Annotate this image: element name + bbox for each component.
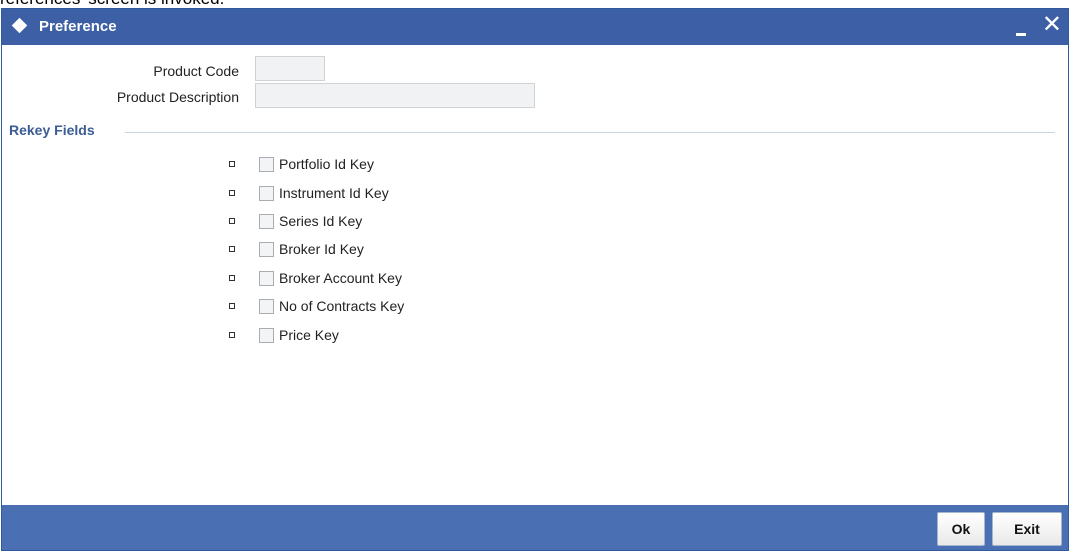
row-marker-icon: [229, 303, 235, 309]
broker-id-key-checkbox[interactable]: [259, 242, 274, 257]
rekey-row-broker-account: Broker Account Key: [2, 268, 502, 290]
instrument-id-key-checkbox[interactable]: [259, 186, 274, 201]
product-code-label: Product Code: [153, 63, 239, 79]
product-description-label: Product Description: [116, 89, 239, 105]
window-title: Preference: [39, 18, 117, 35]
product-description-input[interactable]: [255, 83, 535, 108]
broker-id-key-label: Broker Id Key: [279, 241, 364, 257]
rekey-row-instrument-id: Instrument Id Key: [2, 183, 502, 205]
row-marker-icon: [229, 275, 235, 281]
rekey-row-portfolio-id: Portfolio Id Key: [2, 154, 502, 176]
footer-bar: Ok Exit: [2, 505, 1068, 550]
no-of-contracts-key-label: No of Contracts Key: [279, 298, 405, 314]
price-key-checkbox[interactable]: [259, 328, 274, 343]
rekey-fields-divider: [125, 132, 1055, 133]
ok-button[interactable]: Ok: [937, 512, 985, 546]
product-code-input[interactable]: [255, 56, 325, 81]
instrument-id-key-label: Instrument Id Key: [279, 185, 389, 201]
broker-account-key-checkbox[interactable]: [259, 271, 274, 286]
portfolio-id-key-label: Portfolio Id Key: [279, 156, 374, 172]
series-id-key-checkbox[interactable]: [259, 214, 274, 229]
row-marker-icon: [229, 218, 235, 224]
rekey-row-price: Price Key: [2, 325, 502, 347]
rekey-row-series-id: Series Id Key: [2, 211, 502, 233]
rekey-row-no-of-contracts: No of Contracts Key: [2, 296, 502, 318]
price-key-label: Price Key: [279, 327, 339, 343]
title-bar: Preference ✕: [2, 9, 1068, 45]
row-marker-icon: [229, 161, 235, 167]
rekey-row-broker-id: Broker Id Key: [2, 239, 502, 261]
minimize-icon[interactable]: [1012, 19, 1030, 37]
portfolio-id-key-checkbox[interactable]: [259, 157, 274, 172]
exit-button[interactable]: Exit: [992, 512, 1062, 546]
rekey-fields-title: Rekey Fields: [9, 122, 95, 138]
row-marker-icon: [229, 332, 235, 338]
preference-window: Preference ✕ Product Code Product Descri…: [1, 8, 1069, 551]
no-of-contracts-key-checkbox[interactable]: [259, 299, 274, 314]
diamond-icon: [11, 17, 28, 34]
close-icon[interactable]: ✕: [1042, 11, 1062, 39]
series-id-key-label: Series Id Key: [279, 213, 363, 229]
row-marker-icon: [229, 246, 235, 252]
row-marker-icon: [229, 190, 235, 196]
broker-account-key-label: Broker Account Key: [279, 270, 402, 286]
